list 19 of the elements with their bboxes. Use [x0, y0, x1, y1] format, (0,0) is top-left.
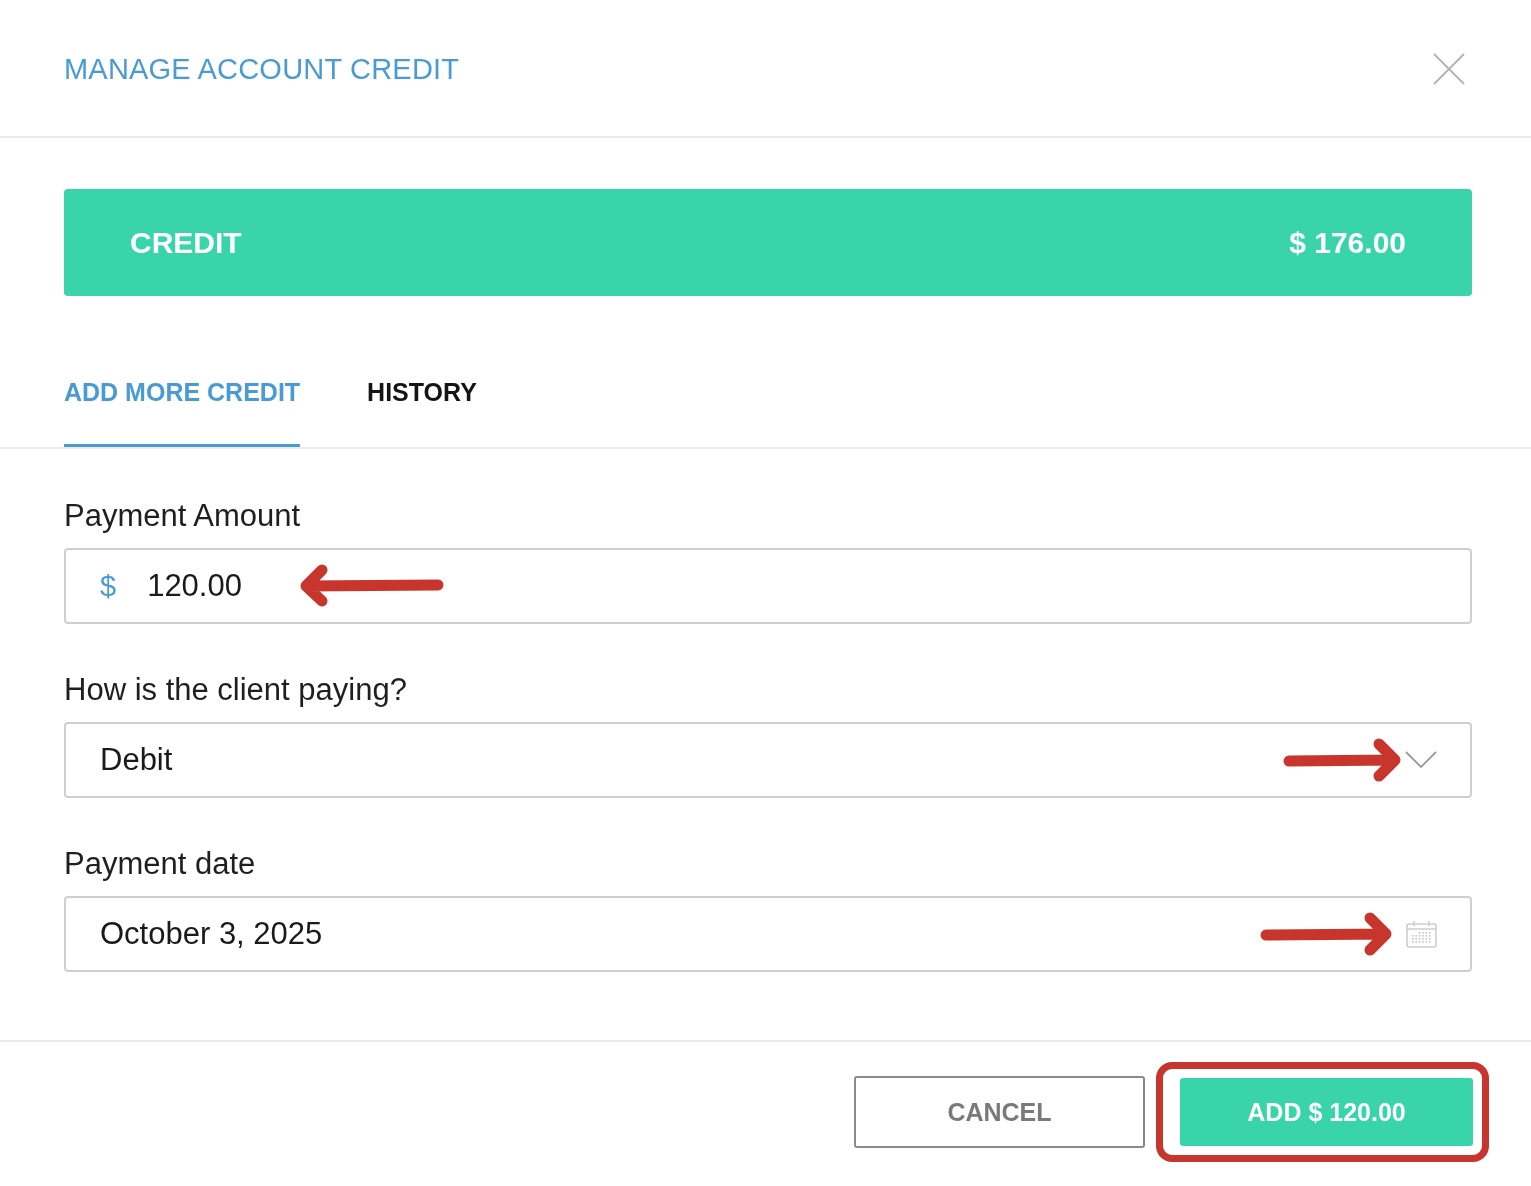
field-label: How is the client paying? — [64, 672, 407, 708]
close-button[interactable] — [1433, 53, 1465, 85]
amount-field[interactable]: $ 120.00 — [64, 548, 1472, 624]
field-label: Payment date — [64, 846, 256, 882]
amount-value: 120.00 — [147, 568, 242, 604]
currency-prefix: $ — [100, 569, 117, 603]
dialog-title: MANAGE ACCOUNT CREDIT — [64, 52, 460, 86]
tab[interactable]: HISTORY — [367, 377, 477, 447]
date-value: October 3, 2025 — [100, 916, 323, 952]
cancel-button[interactable]: CANCEL — [854, 1076, 1145, 1148]
field-label: Payment Amount — [64, 498, 301, 534]
date-field[interactable]: October 3, 2025 — [64, 896, 1472, 972]
credit-label: CREDIT — [130, 225, 242, 260]
payment-method-select[interactable]: Debit — [64, 722, 1472, 798]
select-value: Debit — [100, 742, 173, 778]
close-icon — [1433, 53, 1465, 85]
calendar-icon[interactable] — [1406, 920, 1437, 948]
chevron-down-icon — [1405, 751, 1437, 769]
credit-amount: $ 176.00 — [1289, 225, 1406, 260]
